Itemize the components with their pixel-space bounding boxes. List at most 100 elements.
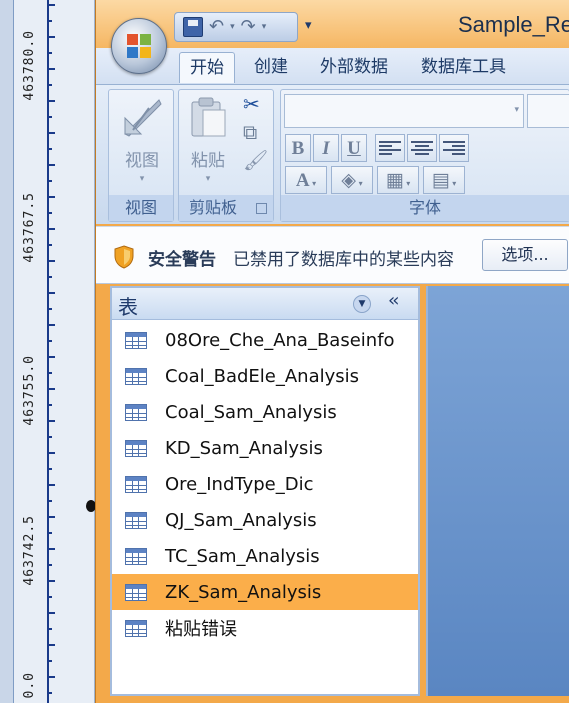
ruler-tick — [47, 452, 55, 454]
align-right-button[interactable] — [439, 134, 469, 162]
collapse-pane-icon[interactable]: ‹‹ — [388, 290, 400, 311]
redo-icon[interactable]: ↷ — [241, 18, 256, 36]
ruler-tick — [47, 308, 52, 310]
ruler-tick — [47, 196, 55, 198]
ruler-label: 463767.5 — [22, 192, 37, 263]
undo-dropdown-icon[interactable]: ▾ — [230, 22, 235, 32]
nav-item-label: TC_Sam_Analysis — [165, 545, 320, 567]
ruler-label: 463755.0 — [22, 355, 37, 426]
table-icon — [125, 331, 147, 349]
align-right-icon — [443, 139, 465, 157]
window-frame-bottom — [96, 696, 569, 703]
nav-item[interactable]: 08Ore_Che_Ana_Baseinfo — [112, 322, 418, 358]
table-icon — [125, 475, 147, 493]
security-warning-bar: 安全警告 已禁用了数据库中的某些内容 选项... — [96, 226, 569, 284]
ruler-tick — [47, 276, 52, 278]
ruler-tick — [47, 660, 52, 662]
font-color-button[interactable]: A ▾ — [285, 166, 327, 194]
ruler-tick — [47, 612, 55, 614]
alternate-fill-button[interactable]: ▤ ▾ — [423, 166, 465, 194]
redo-dropdown-icon[interactable]: ▾ — [262, 22, 267, 32]
tab-create[interactable]: 创建 — [244, 52, 298, 83]
align-left-icon — [379, 139, 401, 157]
document-area — [426, 286, 569, 696]
ruler-tick — [47, 596, 52, 598]
undo-icon[interactable]: ↶ — [209, 18, 224, 36]
fill-color-button[interactable]: ◈ ▾ — [331, 166, 373, 194]
table-icon — [125, 547, 147, 565]
grid-icon: ▦ — [385, 169, 404, 191]
nav-item[interactable]: QJ_Sam_Analysis — [112, 502, 418, 538]
underline-button[interactable]: U — [341, 134, 367, 162]
row-color-icon: ▤ — [431, 169, 450, 191]
ruler-tick — [47, 532, 52, 534]
nav-item[interactable]: ZK_Sam_Analysis — [112, 574, 418, 610]
customize-toolbar-icon[interactable]: ▾ — [305, 18, 312, 33]
design-ruler-icon — [119, 94, 165, 140]
save-icon[interactable] — [183, 17, 203, 37]
nav-item-label: Ore_IndType_Dic — [165, 473, 314, 495]
tab-database-tools[interactable]: 数据库工具 — [411, 52, 516, 83]
ruler-tick — [47, 36, 55, 38]
ruler-tick — [47, 68, 55, 70]
shield-warning-icon — [114, 245, 134, 269]
clipboard-group: 粘贴 ▾ ✂ ⧉ 🖌 剪贴板 — [178, 89, 274, 222]
tab-external-data[interactable]: 外部数据 — [310, 52, 398, 83]
align-center-button[interactable] — [407, 134, 437, 162]
ruler-tick — [47, 436, 52, 438]
view-button[interactable]: 视图 ▾ — [117, 94, 167, 184]
italic-button[interactable]: I — [313, 134, 339, 162]
ruler-tick — [47, 516, 55, 518]
nav-item[interactable]: Ore_IndType_Dic — [112, 466, 418, 502]
ruler-tick — [47, 548, 55, 550]
ruler-gutter — [0, 0, 14, 703]
chevron-down-icon[interactable]: ▼ — [353, 295, 371, 313]
ruler-tick — [47, 148, 52, 150]
font-size-select[interactable] — [527, 94, 569, 128]
ruler-tick — [47, 484, 55, 486]
nav-item[interactable]: KD_Sam_Analysis — [112, 430, 418, 466]
ruler-tick — [47, 4, 55, 6]
ruler-tick — [47, 20, 52, 22]
nav-pane-header[interactable]: 表 ▼ ‹‹ — [112, 288, 418, 320]
copy-icon[interactable]: ⧉ — [243, 122, 257, 142]
ruler-tick — [47, 132, 55, 134]
nav-item[interactable]: Coal_Sam_Analysis — [112, 394, 418, 430]
table-icon — [125, 511, 147, 529]
paste-dropdown-icon: ▾ — [205, 174, 211, 184]
ruler-tick — [47, 244, 52, 246]
nav-item[interactable]: 粘贴错误 — [112, 610, 418, 646]
paste-button[interactable]: 粘贴 ▾ — [185, 94, 231, 184]
cut-icon[interactable]: ✂ — [243, 94, 260, 114]
clipboard-launcher-icon[interactable] — [256, 203, 267, 214]
ruler-label: 463780.0 — [22, 30, 37, 101]
office-button[interactable] — [111, 18, 167, 74]
table-icon — [125, 367, 147, 385]
options-button[interactable]: 选项... — [482, 239, 568, 271]
ruler-tick — [47, 84, 52, 86]
ruler-tick — [47, 340, 52, 342]
table-list: 08Ore_Che_Ana_Baseinfo Coal_BadEle_Analys… — [112, 322, 418, 646]
nav-item[interactable]: TC_Sam_Analysis — [112, 538, 418, 574]
bold-button[interactable]: B — [285, 134, 311, 162]
nav-item[interactable]: Coal_BadEle_Analysis — [112, 358, 418, 394]
format-painter-icon[interactable]: 🖌 — [243, 150, 268, 170]
ribbon: 视图 ▾ 视图 粘贴 ▾ ✂ ⧉ 🖌 剪贴板 ▾ B I U A ▾ ◈ ▾ ▦… — [96, 84, 569, 224]
chevron-down-icon: ▾ — [514, 105, 519, 115]
table-icon — [125, 619, 147, 637]
window-title: Sample_Re — [458, 12, 569, 37]
ruler-tick — [47, 324, 55, 326]
ruler-tick — [47, 52, 52, 54]
gridlines-button[interactable]: ▦ ▾ — [377, 166, 419, 194]
ruler-tick — [47, 212, 52, 214]
ruler-tick — [47, 404, 52, 406]
ruler-tick — [47, 116, 52, 118]
align-left-button[interactable] — [375, 134, 405, 162]
security-warning-title: 安全警告 — [148, 250, 216, 270]
tab-home[interactable]: 开始 — [179, 52, 235, 83]
paint-bucket-icon: ◈ — [341, 169, 357, 191]
view-button-label: 视图 — [125, 151, 159, 171]
font-name-select[interactable]: ▾ — [284, 94, 524, 128]
table-icon — [125, 583, 147, 601]
clipboard-icon — [185, 94, 231, 140]
